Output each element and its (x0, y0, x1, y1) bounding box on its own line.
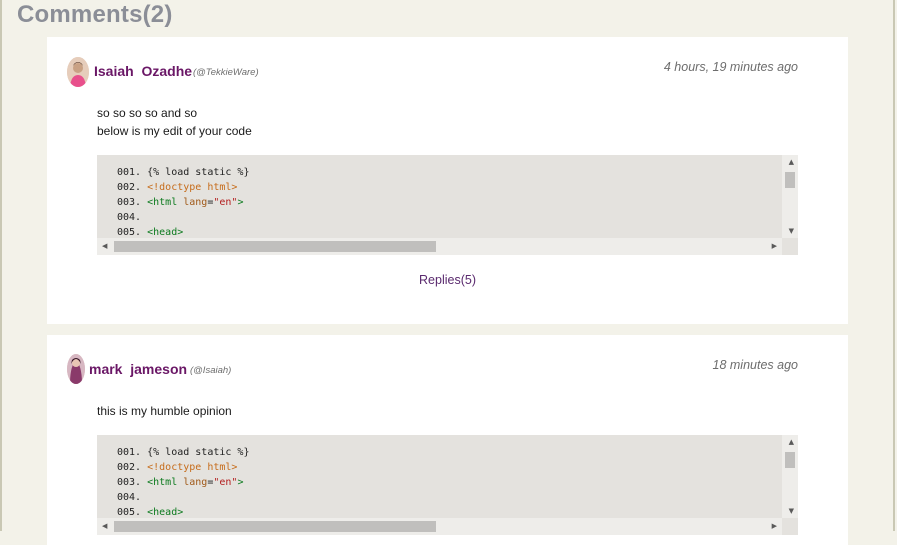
code-token: <head> (147, 227, 184, 238)
author-handle[interactable]: (@Isaiah) (190, 365, 231, 376)
code-block[interactable]: 001. {% load static %} 002. <!doctype htm… (97, 435, 798, 535)
vertical-scroll-thumb[interactable] (785, 452, 795, 468)
avatar[interactable] (67, 354, 85, 384)
comment-text-line: so so so so and so (97, 106, 198, 120)
author-name[interactable]: Isaiah Ozadhe (94, 63, 192, 79)
scroll-left-icon[interactable]: ◀ (102, 522, 107, 530)
code-token: lang (183, 477, 208, 488)
vertical-scrollbar[interactable]: ▲ ▼ (782, 435, 798, 518)
code-line: 003. <html lang="en"> (117, 475, 243, 490)
horizontal-scrollbar[interactable]: ◀ ▶ (97, 238, 782, 255)
comment-text-line: below is my edit of your code (97, 124, 252, 138)
code-token: {% load static %} (147, 167, 250, 178)
vertical-scroll-thumb[interactable] (785, 172, 795, 188)
scroll-left-icon[interactable]: ◀ (102, 242, 107, 250)
author-handle[interactable]: (@TekkieWare) (193, 67, 259, 78)
code-token: <!doctype html> (147, 462, 238, 473)
line-number: 005. (117, 507, 148, 518)
avatar-image (67, 354, 85, 384)
code-token: {% load static %} (147, 447, 250, 458)
scroll-up-icon[interactable]: ▲ (789, 438, 794, 446)
line-number: 001. (117, 167, 148, 178)
code-line: 002. <!doctype html> (117, 460, 237, 475)
line-number: 002. (117, 182, 148, 193)
comment-card: Isaiah Ozadhe (@TekkieWare) 4 hours, 19 … (47, 37, 848, 324)
code-token: "en" (213, 477, 238, 488)
code-token: <html (147, 477, 184, 488)
code-line: 005. <head> (117, 505, 183, 518)
code-token: <html (147, 197, 184, 208)
comment-card: mark jameson (@Isaiah) 18 minutes ago th… (47, 335, 848, 545)
scroll-up-icon[interactable]: ▲ (789, 158, 794, 166)
line-number: 004. (117, 212, 148, 223)
scrollbar-corner (782, 518, 798, 535)
code-token: > (237, 477, 244, 488)
code-token: <!doctype html> (147, 182, 238, 193)
code-line: 002. <!doctype html> (117, 180, 237, 195)
line-number: 005. (117, 227, 148, 238)
line-number: 003. (117, 197, 148, 208)
page-right-border (893, 0, 895, 531)
code-block[interactable]: 001. {% load static %} 002. <!doctype htm… (97, 155, 798, 255)
code-line: 004. (117, 210, 147, 225)
scrollbar-corner (782, 238, 798, 255)
code-token: lang (183, 197, 208, 208)
page-left-border (0, 0, 2, 531)
scroll-right-icon[interactable]: ▶ (772, 522, 777, 530)
replies-link[interactable]: Replies(5) (47, 273, 848, 287)
code-line: 003. <html lang="en"> (117, 195, 243, 210)
scroll-right-icon[interactable]: ▶ (772, 242, 777, 250)
code-token: "en" (213, 197, 238, 208)
code-line: 001. {% load static %} (117, 445, 249, 460)
line-number: 003. (117, 477, 148, 488)
horizontal-scroll-thumb[interactable] (114, 241, 436, 252)
code-token: > (237, 197, 244, 208)
line-number: 002. (117, 462, 148, 473)
avatar[interactable] (67, 57, 89, 87)
line-number: 004. (117, 492, 148, 503)
comment-timestamp: 4 hours, 19 minutes ago (663, 60, 798, 74)
comment-text-line: this is my humble opinion (97, 404, 232, 418)
horizontal-scroll-thumb[interactable] (114, 521, 436, 532)
code-view: 001. {% load static %} 002. <!doctype htm… (97, 435, 782, 518)
line-number: 001. (117, 447, 148, 458)
scroll-down-icon[interactable]: ▼ (789, 227, 794, 235)
code-line: 001. {% load static %} (117, 165, 249, 180)
vertical-scrollbar[interactable]: ▲ ▼ (782, 155, 798, 238)
author-name[interactable]: mark jameson (89, 361, 187, 377)
comment-timestamp: 18 minutes ago (712, 358, 798, 372)
code-line: 005. <head> (117, 225, 183, 238)
code-view: 001. {% load static %} 002. <!doctype htm… (97, 155, 782, 238)
horizontal-scrollbar[interactable]: ◀ ▶ (97, 518, 782, 535)
scroll-down-icon[interactable]: ▼ (789, 507, 794, 515)
comments-heading: Comments(2) (17, 1, 173, 28)
avatar-image (67, 57, 89, 87)
code-line: 004. (117, 490, 147, 505)
code-token: <head> (147, 507, 184, 518)
